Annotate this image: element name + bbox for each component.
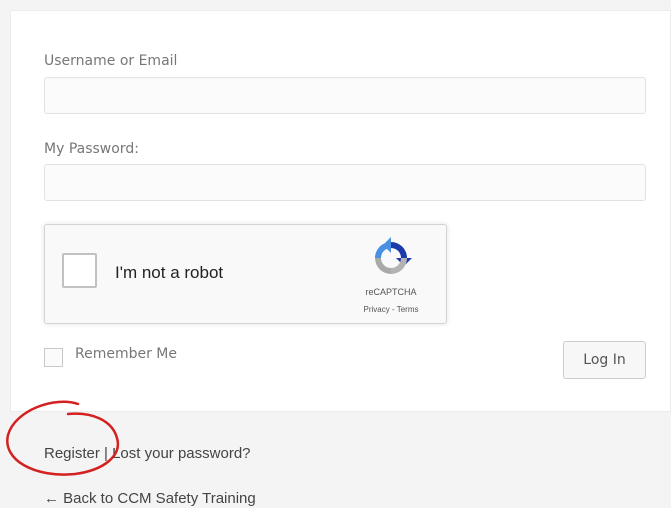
recaptcha-label: I'm not a robot <box>115 263 224 282</box>
recaptcha-privacy-link[interactable]: Privacy <box>364 305 390 314</box>
recaptcha-link-separator: - <box>389 305 397 314</box>
username-label: Username or Email <box>44 53 178 69</box>
remember-me-label: Remember Me <box>75 346 177 362</box>
recaptcha-links: Privacy - Terms <box>345 305 437 314</box>
recaptcha-terms-link[interactable]: Terms <box>397 305 419 314</box>
link-separator: | <box>99 445 113 462</box>
lost-password-link[interactable]: Lost your password? <box>112 445 250 462</box>
username-input[interactable] <box>44 77 646 114</box>
register-link[interactable]: Register <box>44 445 100 462</box>
password-input[interactable] <box>44 164 646 201</box>
log-in-button[interactable]: Log In <box>563 341 646 379</box>
recaptcha-checkbox[interactable] <box>62 253 97 288</box>
back-to-site-link[interactable]: ← Back to CCM Safety Training <box>44 490 256 507</box>
recaptcha-logo-icon <box>375 237 412 274</box>
account-links: Register | Lost your password? <box>44 445 251 462</box>
remember-me-checkbox[interactable] <box>44 348 63 367</box>
recaptcha-brand: reCAPTCHA <box>365 287 417 297</box>
password-label: My Password: <box>44 141 139 157</box>
recaptcha-widget: I'm not a robot reCAPTCHA Privacy - Term… <box>44 224 447 324</box>
